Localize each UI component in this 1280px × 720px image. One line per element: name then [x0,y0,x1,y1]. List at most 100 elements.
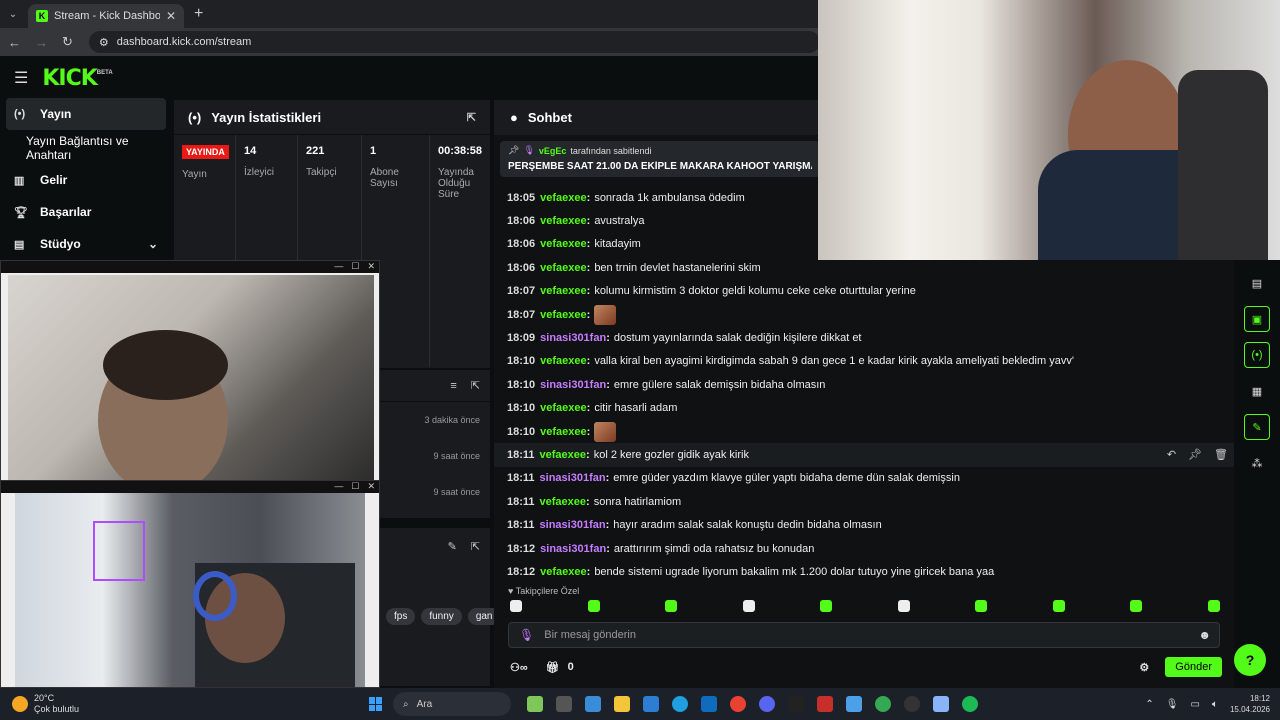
pinned-message[interactable]: 📌︎ 🎙︎ vEgEc tarafından sabitlendi PERŞEM… [500,141,820,177]
sidebar-item-yayin[interactable]: (•) Yayın [6,98,166,130]
camera-window-2[interactable]: — ☐ ✕ [0,480,380,688]
message-username[interactable]: sinasi301fan [540,519,606,531]
settings-icon[interactable] [933,696,950,712]
emote-icon[interactable] [820,600,833,612]
chrome-icon[interactable] [730,696,747,712]
message-username[interactable]: vefaexee [540,355,587,367]
new-tab-icon[interactable]: + [194,5,203,23]
edit-icon[interactable]: ✎ [448,540,457,553]
document-icon[interactable]: ▤ [1244,270,1270,296]
emote-icon[interactable] [665,600,678,612]
close-tab-icon[interactable]: ✕ [166,9,176,23]
camera-window-1[interactable]: — ☐ ✕ [0,260,380,482]
emote-icon[interactable] [1130,600,1143,612]
chevron-up-icon[interactable]: ⌃ [1145,699,1153,710]
message-username[interactable]: sinasi301fan [540,543,606,555]
help-icon[interactable]: ? [1234,644,1266,676]
emote-icon[interactable] [897,600,910,612]
store-icon[interactable] [585,696,602,712]
chat-message[interactable]: 18:10 vefaexee: valla kiral ben ayagimi ki… [494,350,1234,373]
filter-icon[interactable]: ≡ [450,380,456,392]
obs-icon[interactable] [904,696,921,712]
pin-icon[interactable]: 📌︎ [1188,448,1202,461]
kick-logo[interactable]: KICK [42,66,97,91]
edge-icon[interactable] [672,696,689,712]
start-icon[interactable] [369,697,383,711]
chat-message[interactable]: 18:11 sinasi301fan: hayır aradım salak sal… [494,513,1234,536]
game-icon[interactable] [788,696,805,712]
tag-chip[interactable]: funny [421,608,462,625]
message-username[interactable]: vefaexee [540,449,587,461]
chat-message[interactable]: 18:07 vefaexee: [494,303,1234,326]
popout-icon[interactable]: ⇱ [471,379,480,392]
users-icon[interactable]: ⚇∞ [510,661,528,674]
sidebar-item-basarilar[interactable]: 🏆︎ Başarılar [0,196,172,228]
file-explorer-icon[interactable] [614,696,631,712]
maximize-icon[interactable]: ☐ [351,481,359,493]
outlook-icon[interactable] [701,696,718,712]
chat-input[interactable] [544,629,1189,641]
chat-message[interactable]: 18:12 sinasi301fan: arattırırım şimdi oda … [494,537,1234,560]
pinned-by-user[interactable]: vEgEc [539,146,567,156]
message-username[interactable]: vefaexee [540,496,587,508]
reload-icon[interactable]: ↻ [62,34,73,50]
chat-message[interactable]: 18:10 vefaexee: [494,420,1234,443]
share-icon[interactable]: ⁂ [1244,450,1270,476]
chat-message[interactable]: 18:11 vefaexee: sonra hatirlamiom [494,490,1234,513]
message-username[interactable]: sinasi301fan [540,379,606,391]
broadcast-icon[interactable]: (•) [1244,342,1270,368]
message-username[interactable]: vefaexee [540,426,587,438]
forward-icon[interactable]: → [35,35,48,50]
minimize-icon[interactable]: — [334,481,343,493]
chat-message[interactable]: 18:10 vefaexee: citir hasarli adam [494,397,1234,420]
layout-icon[interactable]: ▦ [1244,378,1270,404]
chat-message[interactable]: 18:12 vefaexee: bende sistemi ugrade liyor… [494,560,1234,583]
emote-icon[interactable] [1052,600,1065,612]
message-username[interactable]: vefaexee [540,238,587,250]
weather-widget[interactable]: 20°C Çok bulutlu [0,693,79,715]
volume-icon[interactable]: 🔈︎ [1212,699,1218,710]
minimize-icon[interactable]: — [334,261,343,273]
emote-picker-icon[interactable] [510,600,522,612]
sidebar-item-gelir[interactable]: ▥ Gelir [0,164,172,196]
sidebar-item-stream-key[interactable]: Yayın Bağlantısı ve Anahtarı [0,132,172,164]
task-view-icon[interactable] [556,696,573,712]
wrench-icon[interactable]: ✎ [1244,414,1270,440]
settings-icon[interactable]: ⚙ [1139,661,1149,674]
message-username[interactable]: vefaexee [540,566,587,578]
chat-message[interactable]: 18:07 vefaexee: kolumu kirmistim 3 doktor … [494,280,1234,303]
emote-icon[interactable] [587,600,600,612]
reply-icon[interactable]: ↶ [1167,448,1176,461]
widgets-icon[interactable] [527,696,544,712]
url-field[interactable]: ⚙ dashboard.kick.com/stream [88,31,820,53]
chat-message[interactable]: 18:09 sinasi301fan: dostum yayınlarında sa… [494,326,1234,349]
message-username[interactable]: vefaexee [540,215,587,227]
site-info-icon[interactable]: ⚙ [99,36,109,49]
maximize-icon[interactable]: ☐ [351,261,359,273]
microphone-icon[interactable]: 🎙︎ [1166,699,1179,710]
message-username[interactable]: vefaexee [540,262,587,274]
app-icon[interactable] [817,696,834,712]
message-username[interactable]: vefaexee [540,285,587,297]
chevron-down-icon[interactable]: ⌄ [148,237,158,251]
emote-icon[interactable] [1207,600,1220,612]
emote-icon[interactable] [742,600,755,612]
chat-input-box[interactable]: 🎙︎ ☻ [508,622,1220,648]
message-username[interactable]: vefaexee [540,402,587,414]
clock[interactable]: 18:12 15.04.2026 [1230,693,1270,715]
back-icon[interactable]: ← [8,35,21,50]
browser-tab[interactable]: K Stream - Kick Dashboard ✕ [28,4,184,28]
message-username[interactable]: sinasi301fan [540,332,606,344]
message-username[interactable]: vefaexee [540,309,587,321]
emoji-icon[interactable]: ☻ [1198,628,1211,642]
emote-icon[interactable] [975,600,988,612]
sidebar-item-studyo[interactable]: ▤ Stüdyo ⌄ [0,228,172,260]
chat-message[interactable]: 18:11 vefaexee: kol 2 kere gozler gidik ay… [494,443,1234,467]
chrome-profile-icon[interactable] [875,696,892,712]
spotify-icon[interactable] [962,696,979,712]
chat-icon[interactable]: ▣ [1244,306,1270,332]
gift-icon[interactable]: 🎁︎ [546,661,560,674]
discord-icon[interactable] [759,696,776,712]
close-icon[interactable]: ✕ [367,481,375,493]
popout-icon[interactable]: ⇱ [467,111,476,124]
